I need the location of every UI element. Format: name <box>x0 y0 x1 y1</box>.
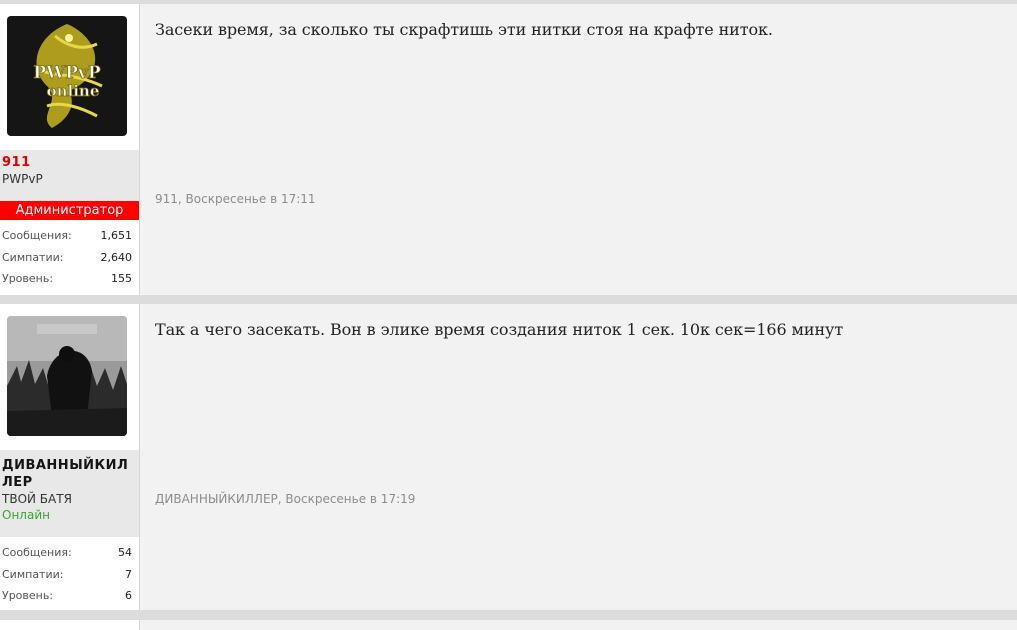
stat-likes: Симпатии: 2,640 <box>2 247 132 269</box>
stat-label: Уровень: <box>2 272 54 285</box>
stat-level: Уровень: 6 <box>2 585 132 607</box>
user-info-panel: ДИВАННЫЙКИЛ ЛЕР ТВОЙ БАТЯ Онлайн Сообщен… <box>0 304 140 610</box>
administrator-banner: Администратор <box>0 201 139 220</box>
stat-value[interactable]: 1,651 <box>101 225 133 247</box>
stat-label: Симпатии: <box>2 250 64 264</box>
message-body: Засеки время, за сколько ты скрафтишь эт… <box>140 4 1017 295</box>
stat-value: 7 <box>125 567 132 581</box>
online-status: Онлайн <box>2 508 50 522</box>
user-info-panel: PWPvP online 911 PWPvP Администратор Соо… <box>0 4 140 295</box>
stat-label: Симпатии: <box>2 567 64 581</box>
stat-messages: Сообщения: 54 <box>2 542 132 564</box>
message-body <box>140 620 1017 630</box>
stat-value: 155 <box>111 272 132 285</box>
message-text: Так а чего засекать. Вон в элике время с… <box>155 320 844 339</box>
username-line: ЛЕР <box>2 475 33 490</box>
meta-time-link[interactable]: Воскресенье в 17:19 <box>285 492 415 506</box>
svg-text:PWPvP: PWPvP <box>33 63 101 83</box>
stat-value: 6 <box>125 589 132 602</box>
username-link[interactable]: 911 <box>2 154 139 171</box>
avatar[interactable]: PWPvP online <box>7 16 127 136</box>
user-stats: Сообщения: 54 Симпатии: 7 Уровень: 6 <box>0 537 139 607</box>
post: ДИВАННЫЙКИЛ ЛЕР ТВОЙ БАТЯ Онлайн Сообщен… <box>0 304 1017 610</box>
meta-author-link[interactable]: 911 <box>155 192 178 206</box>
user-title: ТВОЙ БАТЯ <box>2 492 72 506</box>
post-meta: 911, Воскресенье в 17:11 <box>155 192 316 206</box>
username-link[interactable]: ДИВАННЫЙКИЛ ЛЕР <box>2 457 139 491</box>
user-stats: Сообщения: 1,651 Симпатии: 2,640 Уровень… <box>0 220 139 290</box>
avatar-wrap: PWPvP online <box>0 4 139 150</box>
stat-label: Сообщения: <box>2 546 72 559</box>
dragon-avatar-image: PWPvP online <box>7 16 127 136</box>
user-details: ДИВАННЫЙКИЛ ЛЕР ТВОЙ БАТЯ Онлайн <box>0 450 139 537</box>
stat-messages: Сообщения: 1,651 <box>2 225 132 247</box>
post: PWPvP online 911 PWPvP Администратор Соо… <box>0 4 1017 295</box>
post-partial <box>0 620 1017 630</box>
meta-time-link[interactable]: Воскресенье в 17:11 <box>186 192 316 206</box>
stat-level: Уровень: 155 <box>2 268 132 290</box>
stat-label: Сообщения: <box>2 229 72 242</box>
message-body: Так а чего засекать. Вон в элике время с… <box>140 304 1017 610</box>
stat-value: 2,640 <box>100 250 133 264</box>
username-line: ДИВАННЫЙКИЛ <box>2 458 129 473</box>
user-title: PWPvP <box>2 172 43 186</box>
user-details: 911 PWPvP <box>0 150 139 201</box>
meta-author-link[interactable]: ДИВАННЫЙКИЛЛЕР <box>155 492 278 506</box>
avatar-wrap <box>0 304 139 450</box>
post-meta: ДИВАННЫЙКИЛЛЕР, Воскресенье в 17:19 <box>155 492 415 506</box>
avatar[interactable] <box>7 316 127 436</box>
dark-forest-avatar-image <box>7 316 127 436</box>
stat-likes: Симпатии: 7 <box>2 564 132 586</box>
meta-separator: , <box>177 192 186 206</box>
stat-label: Уровень: <box>2 589 54 602</box>
message-text: Засеки время, за сколько ты скрафтишь эт… <box>155 20 773 39</box>
stat-value[interactable]: 54 <box>118 542 132 564</box>
svg-text:online: online <box>47 82 100 100</box>
user-info-panel <box>0 620 140 630</box>
